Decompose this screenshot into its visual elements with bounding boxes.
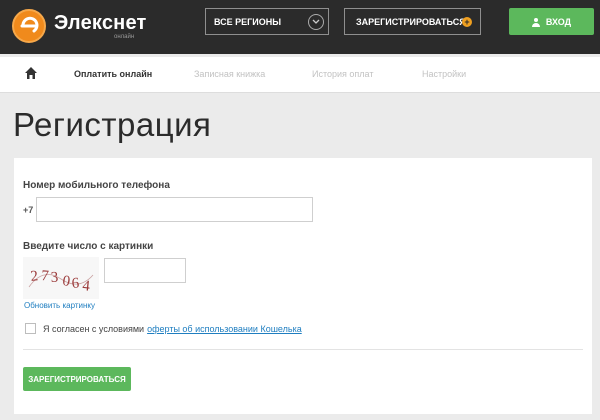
logo-title: Элекснет xyxy=(54,11,147,34)
user-icon xyxy=(531,17,540,27)
nav-item-pay-online[interactable]: Оплатить онлайн xyxy=(74,69,152,79)
captcha-input[interactable] xyxy=(104,258,186,283)
agree-row: Я согласен с условиями оферты об использ… xyxy=(25,323,302,334)
main-nav: Оплатить онлайн Записная книжка История … xyxy=(0,57,600,93)
region-select[interactable]: ВСЕ РЕГИОНЫ xyxy=(205,8,329,35)
oferta-link[interactable]: оферты об использовании Кошелька xyxy=(147,324,302,334)
captcha-digit: 6 xyxy=(71,275,80,292)
register-header-button[interactable]: ЗАРЕГИСТРИРОВАТЬСЯ + xyxy=(344,8,481,35)
refresh-captcha-link[interactable]: Обновить картинку xyxy=(24,301,95,310)
phone-label: Номер мобильного телефона xyxy=(23,180,170,191)
plus-icon: + xyxy=(462,17,472,27)
divider xyxy=(23,349,583,350)
region-label: ВСЕ РЕГИОНЫ xyxy=(214,16,282,27)
home-icon[interactable] xyxy=(24,66,38,80)
nav-item-settings[interactable]: Настройки xyxy=(422,69,466,79)
captcha-digit: 7 xyxy=(41,268,50,285)
chevron-down-icon xyxy=(308,14,324,30)
agree-text: Я согласен с условиями xyxy=(43,323,145,334)
register-header-label: ЗАРЕГИСТРИРОВАТЬСЯ xyxy=(356,16,466,27)
page-title: Регистрация xyxy=(13,106,212,143)
logo-e-icon xyxy=(12,9,46,43)
logo-subtitle: онлайн xyxy=(114,33,135,40)
login-label: ВХОД xyxy=(545,16,572,27)
captcha-digit: 3 xyxy=(50,270,58,286)
nav-item-payment-history[interactable]: История оплат xyxy=(312,69,373,79)
phone-prefix: +7 xyxy=(23,205,34,215)
captcha-digit: 0 xyxy=(61,273,71,290)
captcha-digit: 2 xyxy=(30,268,39,285)
register-submit-button[interactable]: ЗАРЕГИСТРИРОВАТЬСЯ xyxy=(23,367,131,391)
logo[interactable]: Элекснет онлайн xyxy=(12,6,172,46)
captcha-image: 2 7 3 0 6 4 xyxy=(23,257,99,299)
phone-input[interactable] xyxy=(36,197,313,222)
login-button[interactable]: ВХОД xyxy=(509,8,594,35)
captcha-label: Введите число с картинки xyxy=(23,241,154,252)
captcha-digit: 4 xyxy=(82,278,92,295)
nav-item-address-book[interactable]: Записная книжка xyxy=(194,69,265,79)
top-header: Элекснет онлайн ВСЕ РЕГИОНЫ ЗАРЕГИСТРИРО… xyxy=(0,0,600,54)
agree-checkbox[interactable] xyxy=(25,323,36,334)
registration-form: Номер мобильного телефона +7 Введите чис… xyxy=(14,158,592,414)
